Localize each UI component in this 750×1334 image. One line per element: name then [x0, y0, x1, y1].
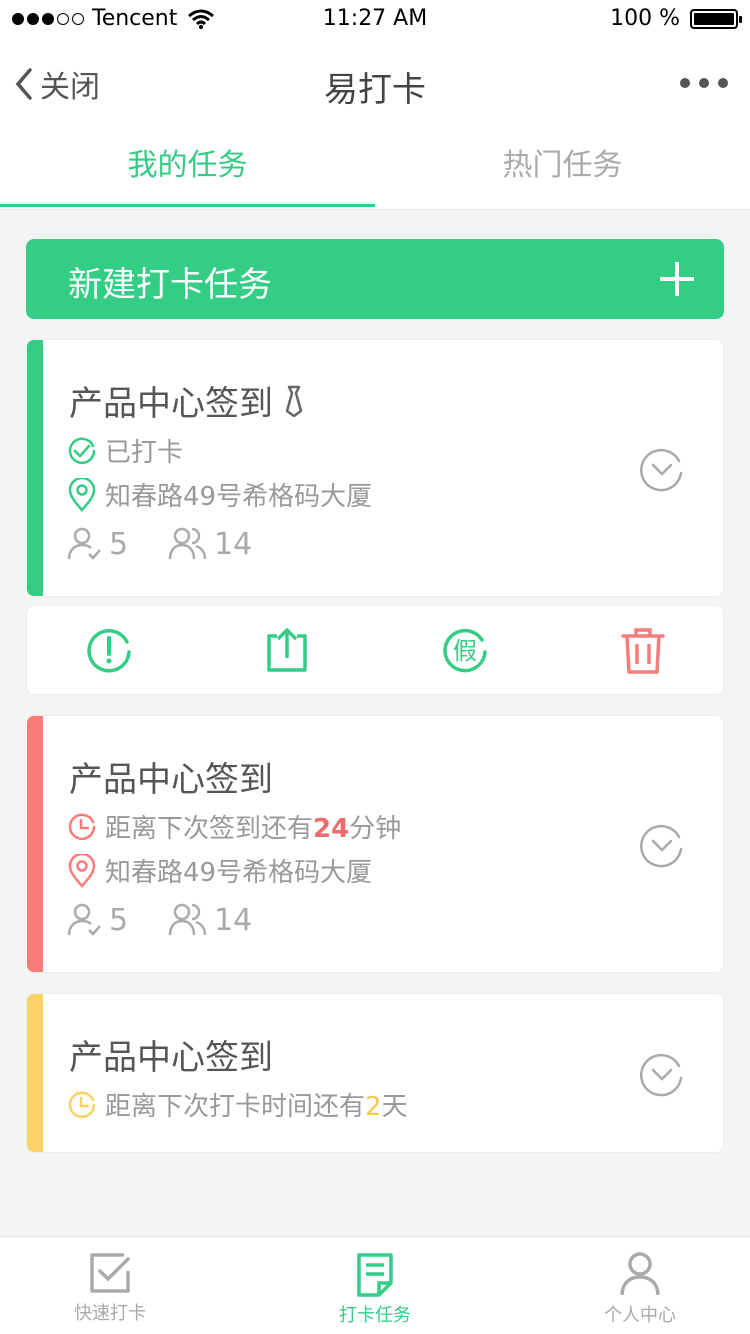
plus-icon	[660, 262, 694, 296]
tab-my-tasks[interactable]: 我的任务	[0, 126, 375, 209]
task-location: 知春路49号希格码大厦	[105, 482, 373, 512]
status-suffix: 分钟	[349, 814, 402, 844]
task-card[interactable]: 产品中心签到 距离下次打卡时间还有2天	[26, 993, 724, 1153]
member-people: 14	[168, 526, 252, 562]
task-status-row: 距离下次签到还有24分钟	[67, 808, 401, 845]
status-prefix: 距离下次签到还有	[105, 814, 314, 844]
task-actions-bar: 假	[26, 605, 724, 695]
status-value: 2	[365, 1092, 382, 1122]
leave-icon[interactable]: 假	[441, 626, 489, 674]
status-suffix: 天	[381, 1092, 408, 1122]
document-icon	[357, 1253, 393, 1297]
task-location: 知春路49号希格码大厦	[105, 858, 373, 888]
status-stripe	[27, 340, 43, 596]
delete-icon[interactable]	[619, 626, 667, 674]
checked-people: 5	[67, 902, 128, 938]
task-card[interactable]: 产品中心签到 距离下次签到还有24分钟 知春路49号希格码大厦 5 14	[26, 715, 724, 973]
user-check-icon	[67, 527, 101, 560]
share-icon[interactable]	[263, 626, 311, 674]
more-button[interactable]	[680, 78, 728, 88]
status-stripe	[27, 994, 43, 1152]
nav-bar: 关闭 易打卡	[0, 40, 750, 126]
task-location-row: 知春路49号希格码大厦	[67, 852, 372, 889]
user-icon	[620, 1252, 660, 1296]
leave-glyph: 假	[453, 637, 477, 665]
tab-label: 打卡任务	[339, 1305, 411, 1326]
task-people-row: 5 14	[67, 526, 292, 562]
checked-count: 5	[109, 902, 129, 938]
task-title-row: 产品中心签到	[69, 752, 273, 801]
member-count: 14	[214, 902, 253, 938]
task-title: 产品中心签到	[69, 1038, 273, 1078]
more-dot-icon	[680, 78, 690, 88]
chevron-down-icon[interactable]	[639, 822, 685, 868]
battery-icon	[690, 8, 742, 29]
clock-icon	[68, 813, 96, 840]
tab-profile[interactable]: 个人中心	[540, 1251, 740, 1327]
task-title: 产品中心签到	[69, 384, 273, 424]
more-dot-icon	[718, 78, 728, 88]
task-title: 产品中心签到	[69, 760, 273, 800]
task-status-row: 已打卡	[67, 432, 183, 469]
task-people-row: 5 14	[67, 902, 292, 938]
task-status: 已打卡	[105, 438, 184, 468]
clock-icon	[68, 1091, 96, 1118]
status-bar: Tencent 11:27 AM 100 %	[0, 0, 750, 40]
task-status-row: 距离下次打卡时间还有2天	[67, 1086, 408, 1123]
chevron-down-icon[interactable]	[639, 446, 685, 492]
status-prefix: 距离下次打卡时间还有	[105, 1092, 366, 1122]
checked-count: 5	[109, 526, 129, 562]
checked-people: 5	[67, 526, 128, 562]
page-title: 易打卡	[324, 70, 426, 110]
member-people: 14	[168, 902, 252, 938]
more-dot-icon	[699, 78, 709, 88]
tab-bar-top: 我的任务 热门任务	[0, 126, 750, 210]
task-location-row: 知春路49号希格码大厦	[67, 476, 372, 513]
battery-percent: 100 %	[610, 6, 680, 31]
task-title-row: 产品中心签到	[69, 1030, 273, 1079]
group-icon	[168, 903, 207, 936]
status-value: 24	[313, 814, 350, 844]
task-card[interactable]: 产品中心签到 已打卡 知春路49号希格码大厦 5 14	[26, 339, 724, 597]
task-status: 距离下次签到还有24分钟	[105, 808, 401, 845]
report-icon[interactable]	[85, 626, 133, 674]
tab-checkin-tasks[interactable]: 打卡任务	[275, 1251, 475, 1327]
check-circle-icon	[68, 437, 96, 464]
chevron-down-icon[interactable]	[639, 1051, 685, 1097]
task-title-row: 产品中心签到	[69, 376, 305, 425]
tab-label: 快速打卡	[74, 1303, 146, 1324]
location-pin-icon	[68, 477, 96, 512]
task-status: 距离下次打卡时间还有2天	[105, 1086, 408, 1123]
user-check-icon	[67, 903, 101, 936]
checkbox-icon	[90, 1253, 130, 1293]
tab-label: 个人中心	[604, 1305, 676, 1326]
tab-quick-checkin[interactable]: 快速打卡	[10, 1251, 210, 1325]
status-stripe	[27, 716, 43, 972]
new-task-button[interactable]: 新建打卡任务	[26, 239, 724, 319]
tab-hot-tasks[interactable]: 热门任务	[375, 126, 750, 209]
new-task-label: 新建打卡任务	[68, 265, 272, 305]
location-pin-icon	[68, 853, 96, 888]
bottom-tab-bar: 快速打卡 打卡任务 个人中心	[0, 1236, 750, 1334]
member-count: 14	[214, 526, 253, 562]
group-icon	[168, 527, 207, 560]
tie-icon	[285, 385, 303, 417]
